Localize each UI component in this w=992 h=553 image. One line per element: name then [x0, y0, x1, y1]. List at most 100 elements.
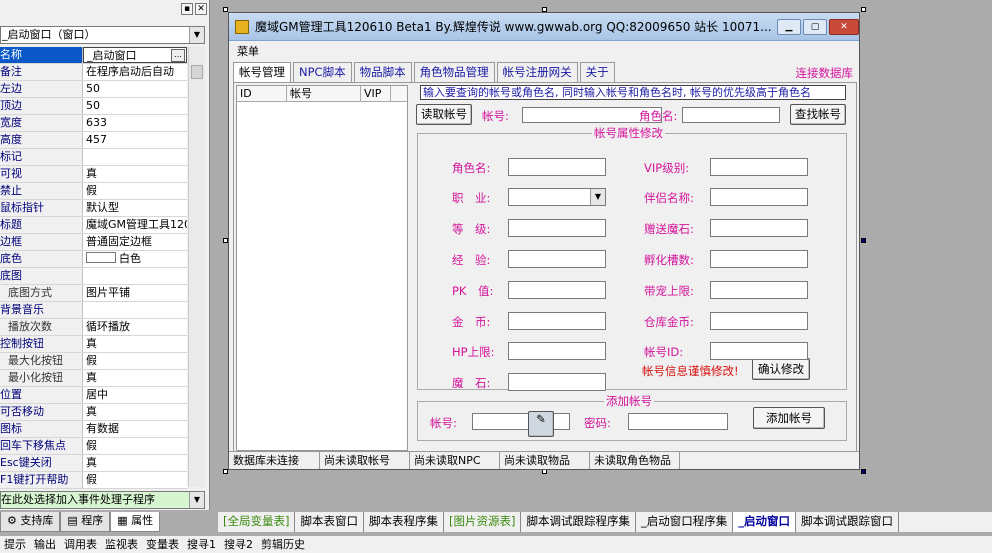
- output-tab[interactable]: 搜寻2: [224, 536, 253, 553]
- property-value[interactable]: 50: [83, 98, 187, 114]
- tab-program[interactable]: ▤ 程序: [60, 512, 111, 532]
- property-row[interactable]: 标记: [0, 149, 187, 166]
- doc-tab[interactable]: 脚本表程序集: [364, 512, 444, 532]
- property-row[interactable]: 播放次数 循环播放: [0, 319, 187, 336]
- account-listview[interactable]: ID 帐号 VIP: [236, 85, 408, 451]
- property-value[interactable]: 真: [83, 166, 187, 182]
- field-input[interactable]: [710, 188, 808, 206]
- add-account-button[interactable]: 添加帐号: [753, 407, 825, 429]
- object-selector-combo[interactable]: _启动窗口（窗口） ▼: [0, 26, 205, 44]
- field-input[interactable]: [508, 342, 606, 360]
- property-value[interactable]: _启动窗口…: [83, 47, 187, 63]
- property-row[interactable]: 可视真: [0, 166, 187, 183]
- property-row[interactable]: 背景音乐: [0, 302, 187, 319]
- close-button[interactable]: ✕: [829, 18, 859, 35]
- field-input[interactable]: [710, 219, 808, 237]
- find-account-button[interactable]: 查找帐号: [790, 104, 846, 125]
- output-tab[interactable]: 变量表: [146, 536, 179, 553]
- property-value[interactable]: 默认型: [83, 200, 187, 216]
- field-input[interactable]: [710, 312, 808, 330]
- window-titlebar[interactable]: 魔域GM管理工具120610 Beta1 By.辉煌传说 www.gwwab.o…: [229, 13, 859, 41]
- property-value[interactable]: 假: [83, 472, 187, 488]
- confirm-edit-button[interactable]: 确认修改: [752, 358, 810, 380]
- resize-handle[interactable]: [861, 7, 866, 12]
- property-row[interactable]: 位置 居中: [0, 387, 187, 404]
- property-value[interactable]: 真: [83, 370, 187, 386]
- role-search-input[interactable]: [682, 107, 780, 123]
- property-row[interactable]: 控制按钮真: [0, 336, 187, 353]
- output-tab[interactable]: 提示: [4, 536, 26, 553]
- property-value[interactable]: 真: [83, 404, 187, 420]
- panel-pin-button[interactable]: ▪: [181, 3, 193, 15]
- property-row[interactable]: 备注 在程序启动后自动: [0, 64, 187, 81]
- property-row[interactable]: 鼠标指针 默认型: [0, 200, 187, 217]
- property-value[interactable]: 假: [83, 438, 187, 454]
- column-header-id[interactable]: ID: [237, 86, 287, 101]
- chevron-down-icon[interactable]: ▼: [189, 492, 204, 508]
- property-row[interactable]: 底图方式 图片平铺: [0, 285, 187, 302]
- output-tab[interactable]: 输出: [34, 536, 56, 553]
- add-account-input[interactable]: [472, 413, 570, 430]
- resize-handle[interactable]: [861, 469, 866, 474]
- field-input[interactable]: [710, 250, 808, 268]
- connect-db-link[interactable]: 连接数据库: [796, 65, 854, 81]
- property-row[interactable]: 标题 魔域GM管理工具120: [0, 217, 187, 234]
- doc-tab[interactable]: 脚本调试跟踪程序集: [521, 512, 636, 532]
- doc-tab[interactable]: [图片资源表]: [444, 512, 522, 532]
- maximize-button[interactable]: ▢: [803, 18, 827, 35]
- property-row[interactable]: 高度 457: [0, 132, 187, 149]
- output-tab[interactable]: 搜寻1: [187, 536, 216, 553]
- picker-icon[interactable]: ✎: [528, 411, 554, 437]
- property-value[interactable]: [83, 302, 187, 318]
- property-value[interactable]: [83, 268, 187, 284]
- doc-tab[interactable]: _启动窗口程序集: [636, 512, 734, 532]
- field-input[interactable]: [508, 281, 606, 299]
- property-row[interactable]: 名称 _启动窗口…: [0, 47, 187, 64]
- field-input[interactable]: [508, 219, 606, 237]
- output-tab[interactable]: 监视表: [105, 536, 138, 553]
- property-row[interactable]: 最大化按钮假: [0, 353, 187, 370]
- property-scrollbar[interactable]: [188, 47, 205, 487]
- property-row[interactable]: 图标 有数据: [0, 421, 187, 438]
- field-input[interactable]: [710, 158, 808, 176]
- tab-support-library[interactable]: ⚙ 支持库: [0, 512, 61, 532]
- resize-handle[interactable]: [861, 238, 866, 243]
- chevron-down-icon[interactable]: ▼: [189, 27, 204, 43]
- property-row[interactable]: 底色 白色: [0, 251, 187, 268]
- tab-0[interactable]: 帐号管理: [233, 62, 291, 83]
- property-value[interactable]: 有数据: [83, 421, 187, 437]
- property-row[interactable]: 边框 普通固定边框: [0, 234, 187, 251]
- property-row[interactable]: 顶边 50: [0, 98, 187, 115]
- property-row[interactable]: 回车下移焦点假: [0, 438, 187, 455]
- property-value[interactable]: 457: [83, 132, 187, 148]
- field-input[interactable]: [508, 312, 606, 330]
- property-row[interactable]: F1键打开帮助假: [0, 472, 187, 489]
- tab-1[interactable]: NPC脚本: [293, 62, 352, 82]
- tab-properties[interactable]: ▦ 属性: [110, 512, 161, 532]
- field-input[interactable]: [508, 250, 606, 268]
- field-input[interactable]: [710, 281, 808, 299]
- property-row[interactable]: Esc键关闭真: [0, 455, 187, 472]
- property-row[interactable]: 可否移动真: [0, 404, 187, 421]
- property-row[interactable]: 禁止假: [0, 183, 187, 200]
- tab-4[interactable]: 帐号注册网关: [496, 62, 578, 82]
- property-value[interactable]: 真: [83, 336, 187, 352]
- doc-tab[interactable]: 脚本调试跟踪窗口: [796, 512, 899, 532]
- property-row[interactable]: 最小化按钮真: [0, 370, 187, 387]
- event-handler-combo[interactable]: 在此处选择加入事件处理子程序 ▼: [0, 491, 205, 509]
- property-value[interactable]: 循环播放: [83, 319, 187, 335]
- panel-close-button[interactable]: ✕: [195, 3, 207, 15]
- field-input[interactable]: [508, 158, 606, 176]
- property-row[interactable]: 底图: [0, 268, 187, 285]
- property-value[interactable]: 真: [83, 455, 187, 471]
- scrollbar-thumb[interactable]: [191, 65, 203, 79]
- read-account-button[interactable]: 读取帐号: [416, 104, 472, 125]
- column-header-account[interactable]: 帐号: [287, 86, 361, 101]
- doc-tab[interactable]: [全局变量表]: [218, 512, 296, 532]
- property-value[interactable]: [83, 149, 187, 165]
- column-header-vip[interactable]: VIP: [361, 86, 391, 101]
- ellipsis-button[interactable]: …: [171, 49, 185, 62]
- output-tab[interactable]: 调用表: [64, 536, 97, 553]
- property-value[interactable]: 图片平铺: [83, 285, 187, 301]
- property-row[interactable]: 宽度 633: [0, 115, 187, 132]
